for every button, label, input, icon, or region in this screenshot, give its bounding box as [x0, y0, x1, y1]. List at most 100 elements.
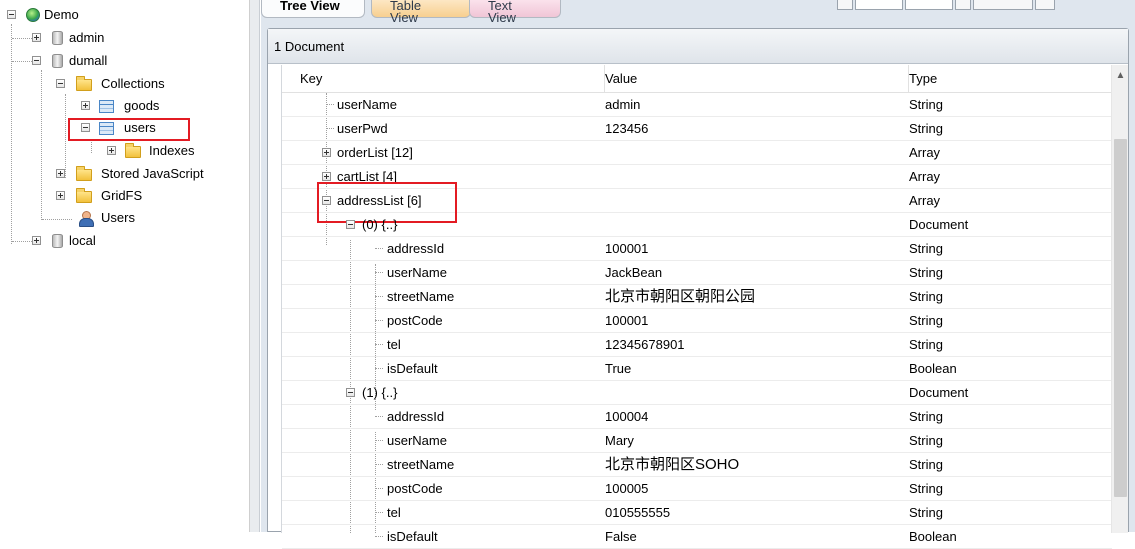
value-cell: 12345678901 [605, 337, 685, 352]
table-row[interactable]: postCode 100005 String [282, 477, 1112, 501]
tree-node-label: Collections [101, 76, 165, 91]
scroll-up-arrow-icon[interactable]: ▲ [1112, 65, 1129, 87]
page-size-input[interactable] [905, 0, 953, 10]
next-page-button[interactable] [955, 0, 971, 10]
tree-guide-line [91, 139, 92, 153]
highlight-box [68, 118, 190, 141]
key-cell: streetName [387, 457, 455, 472]
server-globe-icon [26, 8, 40, 22]
expand-icon[interactable] [32, 33, 41, 42]
type-cell: String [909, 337, 943, 352]
expand-icon[interactable] [107, 146, 116, 155]
tab-text-view[interactable]: Text View [469, 0, 561, 24]
value-cell: JackBean [605, 265, 663, 280]
type-cell: String [909, 97, 943, 112]
key-cell: userName [337, 97, 397, 112]
value-cell: 100004 [605, 409, 649, 424]
type-cell: String [909, 481, 943, 496]
collapse-icon[interactable] [32, 56, 41, 65]
key-cell: postCode [387, 313, 443, 328]
tree-guide-line [41, 70, 42, 220]
table-row[interactable]: userName JackBean String [282, 261, 1112, 285]
tree-node-label: admin [69, 30, 105, 45]
type-cell: Boolean [909, 529, 957, 544]
document-count-label: 1 Document [268, 29, 1128, 64]
table-row[interactable]: isDefault False Boolean [282, 525, 1112, 549]
table-row[interactable]: (0) {..} Document [282, 213, 1112, 237]
type-cell: Document [909, 217, 969, 232]
pane-splitter[interactable] [250, 0, 260, 532]
table-row[interactable]: orderList [12] Array [282, 141, 1112, 165]
key-cell: userPwd [337, 121, 388, 136]
value-cell: 123456 [605, 121, 649, 136]
key-cell: isDefault [387, 361, 438, 376]
value-cell: admin [605, 97, 641, 112]
key-cell: (0) {..} [362, 217, 398, 232]
key-cell: userName [387, 433, 447, 448]
value-cell [605, 381, 905, 404]
value-cell: 010555555 [605, 505, 671, 520]
table-row[interactable]: tel 010555555 String [282, 501, 1112, 525]
tree-node-label: goods [124, 98, 160, 113]
tree-guide-line [12, 61, 32, 62]
tree-guide-line [11, 24, 12, 244]
tree-node-label: Stored JavaScript [101, 166, 204, 181]
folder-icon [76, 188, 92, 203]
expand-icon[interactable] [32, 236, 41, 245]
type-cell: String [909, 505, 943, 520]
scrollbar-thumb[interactable] [1114, 139, 1127, 497]
collapse-icon[interactable] [7, 10, 16, 19]
table-row[interactable]: addressId 100004 String [282, 405, 1112, 429]
collection-table-icon [99, 100, 114, 113]
collapse-icon[interactable] [56, 79, 65, 88]
value-cell: 100001 [605, 313, 649, 328]
tree-guide-line [12, 38, 32, 39]
table-row[interactable]: tel 12345678901 String [282, 333, 1112, 357]
tab-tree-view[interactable]: Tree View [261, 0, 365, 18]
table-row[interactable]: postCode 100001 String [282, 309, 1112, 333]
tree-node-label: dumall [69, 53, 108, 68]
vertical-scrollbar[interactable]: ▲ [1111, 65, 1128, 533]
tree-guide-line [12, 241, 32, 242]
value-cell [605, 189, 905, 212]
column-header-type[interactable]: Type [909, 65, 1112, 93]
table-row[interactable]: (1) {..} Document [282, 381, 1112, 405]
folder-icon [125, 143, 141, 158]
tree-node-label: GridFS [101, 188, 143, 203]
column-header-key[interactable]: Key [282, 65, 605, 93]
table-row[interactable]: userName Mary String [282, 429, 1112, 453]
table-row[interactable]: streetName 北京市朝阳区SOHO String [282, 453, 1112, 477]
tree-node-label: local [69, 233, 96, 248]
value-cell: 100001 [605, 241, 649, 256]
table-row[interactable]: streetName 北京市朝阳区朝阳公园 String [282, 285, 1112, 309]
key-cell: isDefault [387, 529, 438, 544]
table-row[interactable]: addressId 100001 String [282, 237, 1112, 261]
tree-node-label: Demo [44, 7, 79, 22]
key-cell: userName [387, 265, 447, 280]
page-start-input[interactable] [855, 0, 903, 10]
type-cell: String [909, 433, 943, 448]
document-frame: 1 Document Key Value Type userName admin… [267, 28, 1129, 549]
database-tree-panel: Demo admin dumall Collections goods user… [0, 0, 250, 532]
prev-page-button[interactable] [837, 0, 853, 10]
type-cell: Array [909, 169, 941, 184]
folder-icon [76, 166, 92, 181]
table-row[interactable]: isDefault True Boolean [282, 357, 1112, 381]
value-cell: 100005 [605, 481, 649, 496]
value-cell: True [605, 361, 632, 376]
refresh-button[interactable] [973, 0, 1033, 10]
type-cell: String [909, 241, 943, 256]
column-header-value[interactable]: Value [605, 65, 909, 93]
tab-table-view[interactable]: Table View [371, 0, 471, 24]
table-row[interactable]: userName admin String [282, 93, 1112, 117]
value-cell: Mary [605, 433, 634, 448]
database-icon [52, 234, 63, 248]
type-cell: String [909, 121, 943, 136]
toolbar-menu-button[interactable] [1035, 0, 1055, 10]
tree-node-label: Users [101, 210, 135, 225]
expand-icon[interactable] [81, 101, 90, 110]
expand-icon[interactable] [56, 169, 65, 178]
expand-icon[interactable] [56, 191, 65, 200]
key-cell: tel [387, 337, 401, 352]
table-row[interactable]: userPwd 123456 String [282, 117, 1112, 141]
